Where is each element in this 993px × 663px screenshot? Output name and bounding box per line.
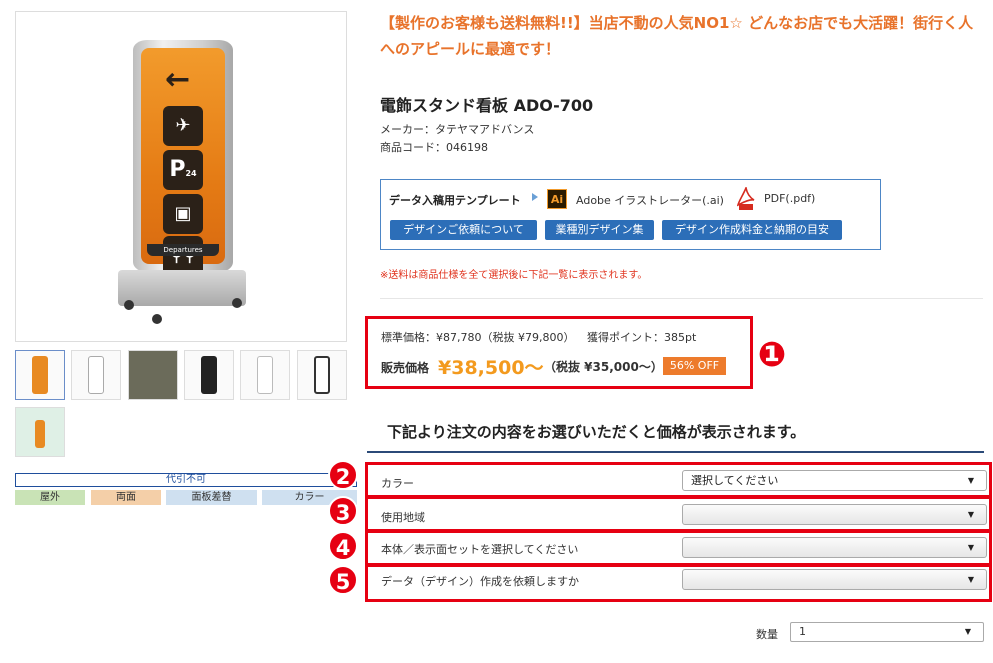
option-row-region: 使用地域 ▼	[365, 496, 992, 532]
standard-price: 標準価格：¥87,780（税抜 ¥79,800）	[381, 331, 575, 344]
caret-down-icon: ▼	[967, 543, 974, 552]
option-row-set: 本体／表示面セットを選択してください ▼	[365, 530, 992, 566]
caret-down-icon: ▼	[967, 510, 974, 519]
no-cod-tag: 代引不可	[15, 473, 357, 487]
maker-text: メーカー：タテヤマアドバンス	[380, 123, 535, 136]
callout-badge-3: 3	[328, 496, 358, 526]
tax-excluded-price: （税抜 ¥35,000～）	[544, 360, 663, 374]
design-request-button[interactable]: デザインご依頼について	[390, 220, 537, 240]
template-box: データ入稿用テンプレート Ai Adobe イラストレーター(.ai) PDF(…	[380, 179, 881, 250]
caret-down-icon: ▼	[967, 476, 974, 485]
quantity-select[interactable]: 1 ▼	[790, 622, 984, 642]
option-label: データ（デザイン）作成を依頼しますか	[381, 575, 579, 588]
sign-stand-illustration: ← ✈ P24 ▣ ⚲⚲ Departures	[133, 40, 233, 276]
option-row-design: データ（デザイン）作成を依頼しますか ▼	[365, 564, 992, 602]
pdf-icon[interactable]	[736, 185, 755, 211]
thumbnail[interactable]	[15, 407, 65, 457]
parking-icon: P24	[163, 150, 203, 190]
quantity-label: 数量	[756, 628, 778, 641]
illustrator-icon[interactable]: Ai	[547, 189, 567, 209]
tag-panel-replace: 面板差替	[166, 490, 257, 505]
points-text: 獲得ポイント：385pt	[587, 331, 697, 344]
product-code-text: 商品コード：046198	[380, 141, 488, 154]
wheel	[232, 298, 242, 308]
template-label: データ入稿用テンプレート	[389, 194, 521, 207]
sign-footer: Departures	[147, 244, 219, 256]
select-value: 選択してください	[691, 474, 779, 487]
ai-download-link[interactable]: Adobe イラストレーター(.ai)	[576, 192, 724, 208]
callout-badge-1: ❶	[757, 335, 787, 375]
heading-underline	[367, 451, 984, 453]
region-select[interactable]: ▼	[682, 504, 987, 525]
arrow-left-icon: ←	[165, 62, 191, 97]
sale-price-label: 販売価格	[381, 361, 430, 375]
callout-badge-4: 4	[328, 531, 358, 561]
tag-double-sided: 両面	[91, 490, 161, 505]
locker-icon: ▣	[163, 194, 203, 234]
thumbnail[interactable]	[71, 350, 121, 400]
sign-face: ← ✈ P24 ▣ ⚲⚲ Departures	[141, 48, 225, 276]
pdf-download-link[interactable]: PDF(.pdf)	[764, 192, 815, 205]
sale-price: ¥38,500～	[438, 357, 544, 379]
promo-headline: 【製作のお客様も送料無料!!】当店不動の人気NO1☆ どんなお店でも大活躍！街行…	[380, 14, 974, 58]
color-select[interactable]: 選択してください ▼	[682, 470, 987, 491]
select-value: 1	[799, 625, 806, 638]
option-row-color: カラー 選択してください ▼	[365, 462, 992, 498]
wheel	[124, 300, 134, 310]
thumbnail[interactable]	[128, 350, 178, 400]
main-product-image[interactable]: ← ✈ P24 ▣ ⚲⚲ Departures	[15, 11, 347, 342]
discount-badge: 56% OFF	[663, 357, 726, 375]
caret-down-icon: ▼	[964, 627, 971, 636]
option-label: カラー	[381, 477, 414, 490]
callout-badge-2: 2	[328, 460, 358, 490]
caret-down-icon: ▼	[967, 575, 974, 584]
triangle-right-icon	[532, 193, 538, 201]
price-box: 標準価格：¥87,780（税抜 ¥79,800） 獲得ポイント：385pt 販売…	[365, 316, 753, 389]
airplane-icon: ✈	[163, 106, 203, 146]
set-select[interactable]: ▼	[682, 537, 987, 558]
wheel	[152, 314, 162, 324]
design-select[interactable]: ▼	[682, 569, 987, 590]
product-title: 電飾スタンド看板 ADO-700	[380, 96, 594, 115]
callout-badge-5: 5	[328, 565, 358, 595]
thumbnail[interactable]	[297, 350, 347, 400]
divider	[380, 298, 983, 299]
thumbnail[interactable]	[184, 350, 234, 400]
tag-outdoor: 屋外	[15, 490, 85, 505]
sign-base	[118, 270, 246, 306]
shipping-note: ※送料は商品仕様を全て選択後に下記一覧に表示されます。	[380, 270, 648, 281]
option-label: 使用地域	[381, 511, 425, 524]
industry-designs-button[interactable]: 業種別デザイン集	[545, 220, 654, 240]
option-label: 本体／表示面セットを選択してください	[381, 543, 579, 556]
design-pricing-button[interactable]: デザイン作成料金と納期の目安	[662, 220, 842, 240]
options-heading: 下記より注文の内容をお選びいただくと価格が表示されます。	[387, 423, 806, 441]
thumbnail[interactable]	[240, 350, 290, 400]
thumbnail[interactable]	[15, 350, 65, 400]
